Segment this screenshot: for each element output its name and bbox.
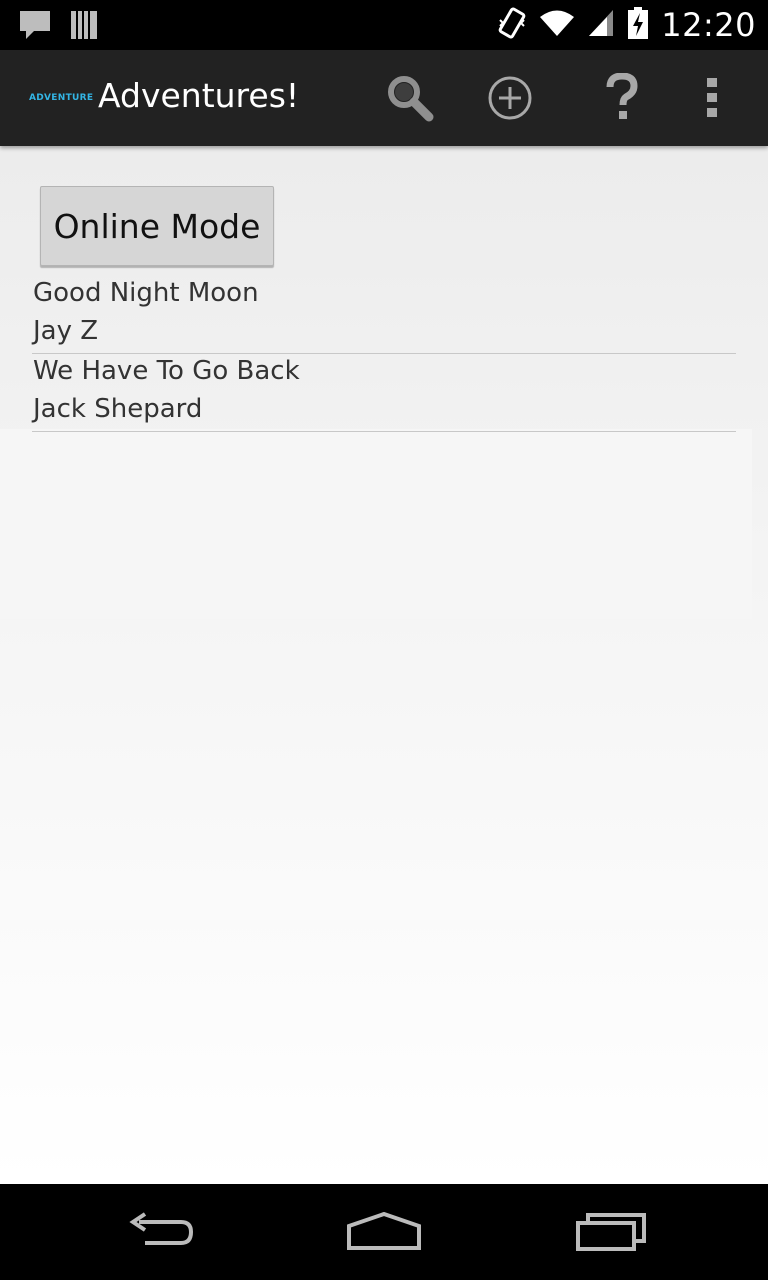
vibrate-icon: [497, 6, 527, 44]
home-icon: [347, 1212, 421, 1250]
wifi-icon: [539, 8, 575, 42]
adventure-title: Good Night Moon: [33, 278, 259, 308]
navigation-bar: [0, 1184, 768, 1280]
message-icon: [18, 8, 52, 46]
online-mode-button[interactable]: Online Mode: [40, 186, 274, 266]
list-item[interactable]: Good Night Moon Jay Z: [32, 276, 736, 354]
adventure-author: Jay Z: [33, 316, 99, 346]
battery-charging-icon: [627, 6, 649, 44]
adventure-author: Jack Shepard: [33, 394, 203, 424]
storage-icon: [70, 8, 98, 46]
search-button[interactable]: [381, 70, 437, 126]
app-title: Adventures!: [98, 76, 300, 115]
help-icon: [606, 73, 638, 119]
search-icon: [388, 76, 434, 122]
adventure-list[interactable]: Good Night Moon Jay Z We Have To Go Back…: [32, 276, 736, 432]
status-bar: 12:20: [0, 0, 768, 50]
adventure-title: We Have To Go Back: [33, 356, 300, 386]
signal-icon: [587, 8, 615, 42]
back-icon: [129, 1212, 194, 1245]
recents-button[interactable]: [566, 1204, 656, 1260]
back-button[interactable]: [115, 1204, 205, 1260]
action-bar: ADVENTURE Adventures!: [0, 50, 768, 146]
help-button[interactable]: [594, 70, 650, 126]
status-time: 12:20: [661, 6, 756, 44]
main-content: Online Mode Good Night Moon Jay Z We Hav…: [0, 146, 768, 1184]
overflow-menu-icon: [707, 78, 717, 117]
overflow-menu-button[interactable]: [684, 70, 740, 126]
recents-icon: [576, 1213, 646, 1251]
add-button[interactable]: [482, 70, 538, 126]
list-background: [0, 429, 752, 619]
add-icon: [488, 76, 532, 120]
list-item[interactable]: We Have To Go Back Jack Shepard: [32, 354, 736, 432]
app-logo[interactable]: ADVENTURE: [29, 93, 93, 103]
home-button[interactable]: [339, 1204, 429, 1260]
